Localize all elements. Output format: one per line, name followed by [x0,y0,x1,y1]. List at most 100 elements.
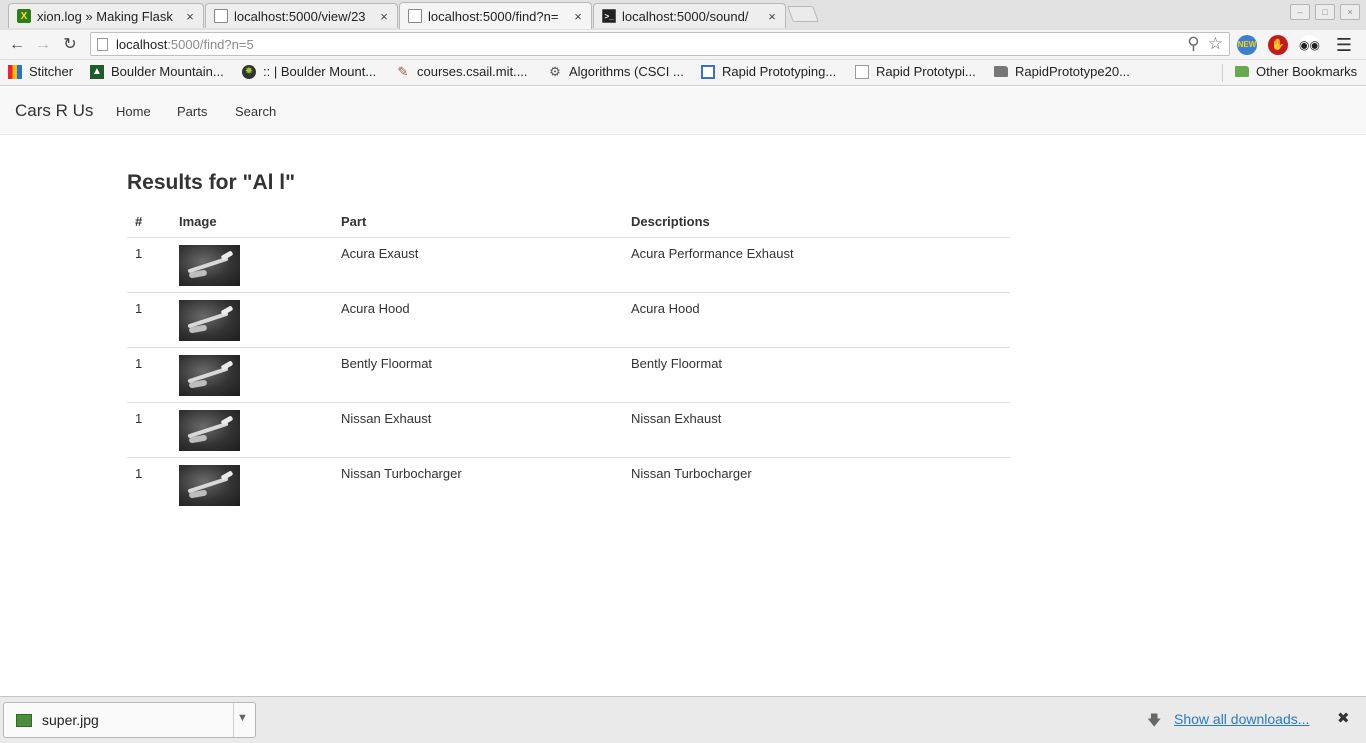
image-cell [171,292,333,348]
part-name: Nissan Turbocharger [333,457,623,513]
nav-link-parts[interactable]: Parts [177,104,207,119]
bookmark-algorithms[interactable]: ⚙ Algorithms (CSCI ... [548,63,684,80]
download-item-divider [233,703,234,737]
tab-title: localhost:5000/sound/ [622,8,749,24]
close-icon[interactable]: ✖ [1337,709,1350,727]
image-cell [171,457,333,513]
bookmark-stitcher[interactable]: Stitcher [8,64,73,79]
bookmark-rapid-prototyping[interactable]: Rapid Prototyping... [701,64,836,79]
row-number: 1 [127,402,171,458]
other-bookmarks-label: Other Bookmarks [1256,64,1358,79]
table-row: 1 Acura Exaust Acura Performance Exhaust [127,238,1010,293]
row-number: 1 [127,292,171,348]
bookmark-folder-rapidprototype[interactable]: RapidPrototype20... [994,64,1130,79]
page-title: Results for "Al l" [127,171,296,194]
back-arrow-icon[interactable]: ← [6,34,28,56]
close-icon[interactable]: × [765,9,779,24]
nav-link-home[interactable]: Home [116,104,151,119]
chevron-down-icon[interactable]: ▼ [237,712,248,724]
table-row: 1 Acura Hood Acura Hood [127,292,1010,348]
column-header-part: Part [333,208,623,238]
download-arrow-icon: 🡇 [1147,712,1162,728]
forward-arrow-icon[interactable]: → [32,34,54,56]
extension-badge: NEW [1237,40,1257,49]
table-header-row: # Image Part Descriptions [127,208,1010,238]
mask-icon[interactable]: ◉◉ [1299,35,1320,55]
site-navbar: Cars R Us Home Parts Search [0,87,1366,135]
search-icon[interactable]: ⚲ [1187,34,1199,54]
row-number: 1 [127,457,171,513]
star-icon[interactable]: ☆ [1208,34,1223,54]
stitcher-icon [8,64,22,79]
browser-tab-3[interactable]: localhost:5000/find?n= × [399,2,592,29]
part-thumbnail [179,245,240,286]
results-table: # Image Part Descriptions 1 Acura Exaust… [127,208,1010,513]
close-icon[interactable]: × [571,9,585,24]
bookmark-label: Rapid Prototypi... [876,64,976,79]
bookmark-label: :: | Boulder Mount... [263,64,377,79]
part-thumbnail [179,465,240,506]
gear-logo-icon: ✸ [242,64,256,79]
bookmark-label: Stitcher [29,64,74,79]
new-extension-icon[interactable]: NEW [1237,35,1257,55]
part-thumbnail [179,410,240,451]
menu-icon[interactable]: ☰ [1334,35,1354,55]
bookmark-label: RapidPrototype20... [1015,64,1130,79]
terminal-icon: >_ [602,9,616,23]
results-section: Results for "Al l" # Image Part Descript… [127,168,1010,513]
bookmark-rapid-prototypi[interactable]: Rapid Prototypi... [855,64,976,79]
new-tab-button[interactable] [787,6,819,22]
other-bookmarks[interactable]: Other Bookmarks [1235,64,1357,79]
xion-icon: X [17,9,31,23]
part-name: Bently Floormat [333,347,623,403]
pencil-icon: ✎ [397,63,409,79]
cog-icon: ⚙ [549,63,561,79]
address-path: :5000/find?n=5 [167,36,254,52]
bookmark-label: Boulder Mountain... [111,64,224,79]
address-host: localhost [116,36,168,52]
close-icon[interactable]: × [377,9,391,24]
image-cell [171,402,333,458]
page-icon [214,9,228,23]
show-all-downloads-link[interactable]: Show all downloads... [1174,711,1309,727]
nav-link-search[interactable]: Search [235,104,276,119]
window-icon [701,64,715,79]
download-item[interactable]: super.jpg ▼ [3,702,256,738]
close-window-button[interactable]: × [1340,4,1360,20]
part-description: Nissan Turbocharger [623,457,1010,513]
bookmarks-divider [1222,64,1223,82]
bookmark-boulder-mountain[interactable]: ▲ Boulder Mountain... [90,64,224,79]
tab-title: localhost:5000/view/23 [234,8,366,24]
bookmark-label: courses.csail.mit.... [417,64,528,79]
table-row: 1 Bently Floormat Bently Floormat [127,347,1010,403]
page-icon [408,9,422,23]
minimize-window-button[interactable]: – [1290,4,1310,20]
browser-tab-4[interactable]: >_ localhost:5000/sound/ × [593,3,786,28]
reload-icon[interactable]: ↻ [59,34,81,56]
browser-tab-1[interactable]: X xion.log » Making Flask × [8,3,204,28]
part-description: Nissan Exhaust [623,402,1010,458]
address-bar[interactable]: localhost:5000/find?n=5 ⚲ ☆ [90,32,1230,56]
column-header-descriptions: Descriptions [623,208,1010,238]
browser-tab-2[interactable]: localhost:5000/view/23 × [205,3,398,28]
column-header-number: # [127,208,171,238]
maximize-window-button[interactable]: □ [1315,4,1335,20]
tab-title: xion.log » Making Flask [37,8,173,24]
folder-icon [1235,66,1249,77]
page-icon [97,37,108,51]
close-icon[interactable]: × [183,9,197,24]
stop-hand-icon[interactable]: ✋ [1268,35,1288,55]
site-brand[interactable]: Cars R Us [15,101,93,121]
part-description: Bently Floormat [623,347,1010,403]
folder-icon [994,66,1008,77]
downloads-shelf: super.jpg ▼ 🡇 Show all downloads... ✖ [0,696,1366,743]
bookmark-boulder-mount-2[interactable]: ✸ :: | Boulder Mount... [242,64,376,79]
document-icon [855,64,869,79]
part-thumbnail [179,300,240,341]
bookmark-label: Algorithms (CSCI ... [569,64,684,79]
part-name: Acura Exaust [341,246,419,261]
bookmark-courses-csail[interactable]: ✎ courses.csail.mit.... [396,63,528,80]
tab-strip: X xion.log » Making Flask × localhost:50… [0,0,1366,30]
part-description: Acura Hood [623,292,1010,348]
table-row: 1 Nissan Exhaust Nissan Exhaust [127,402,1010,458]
